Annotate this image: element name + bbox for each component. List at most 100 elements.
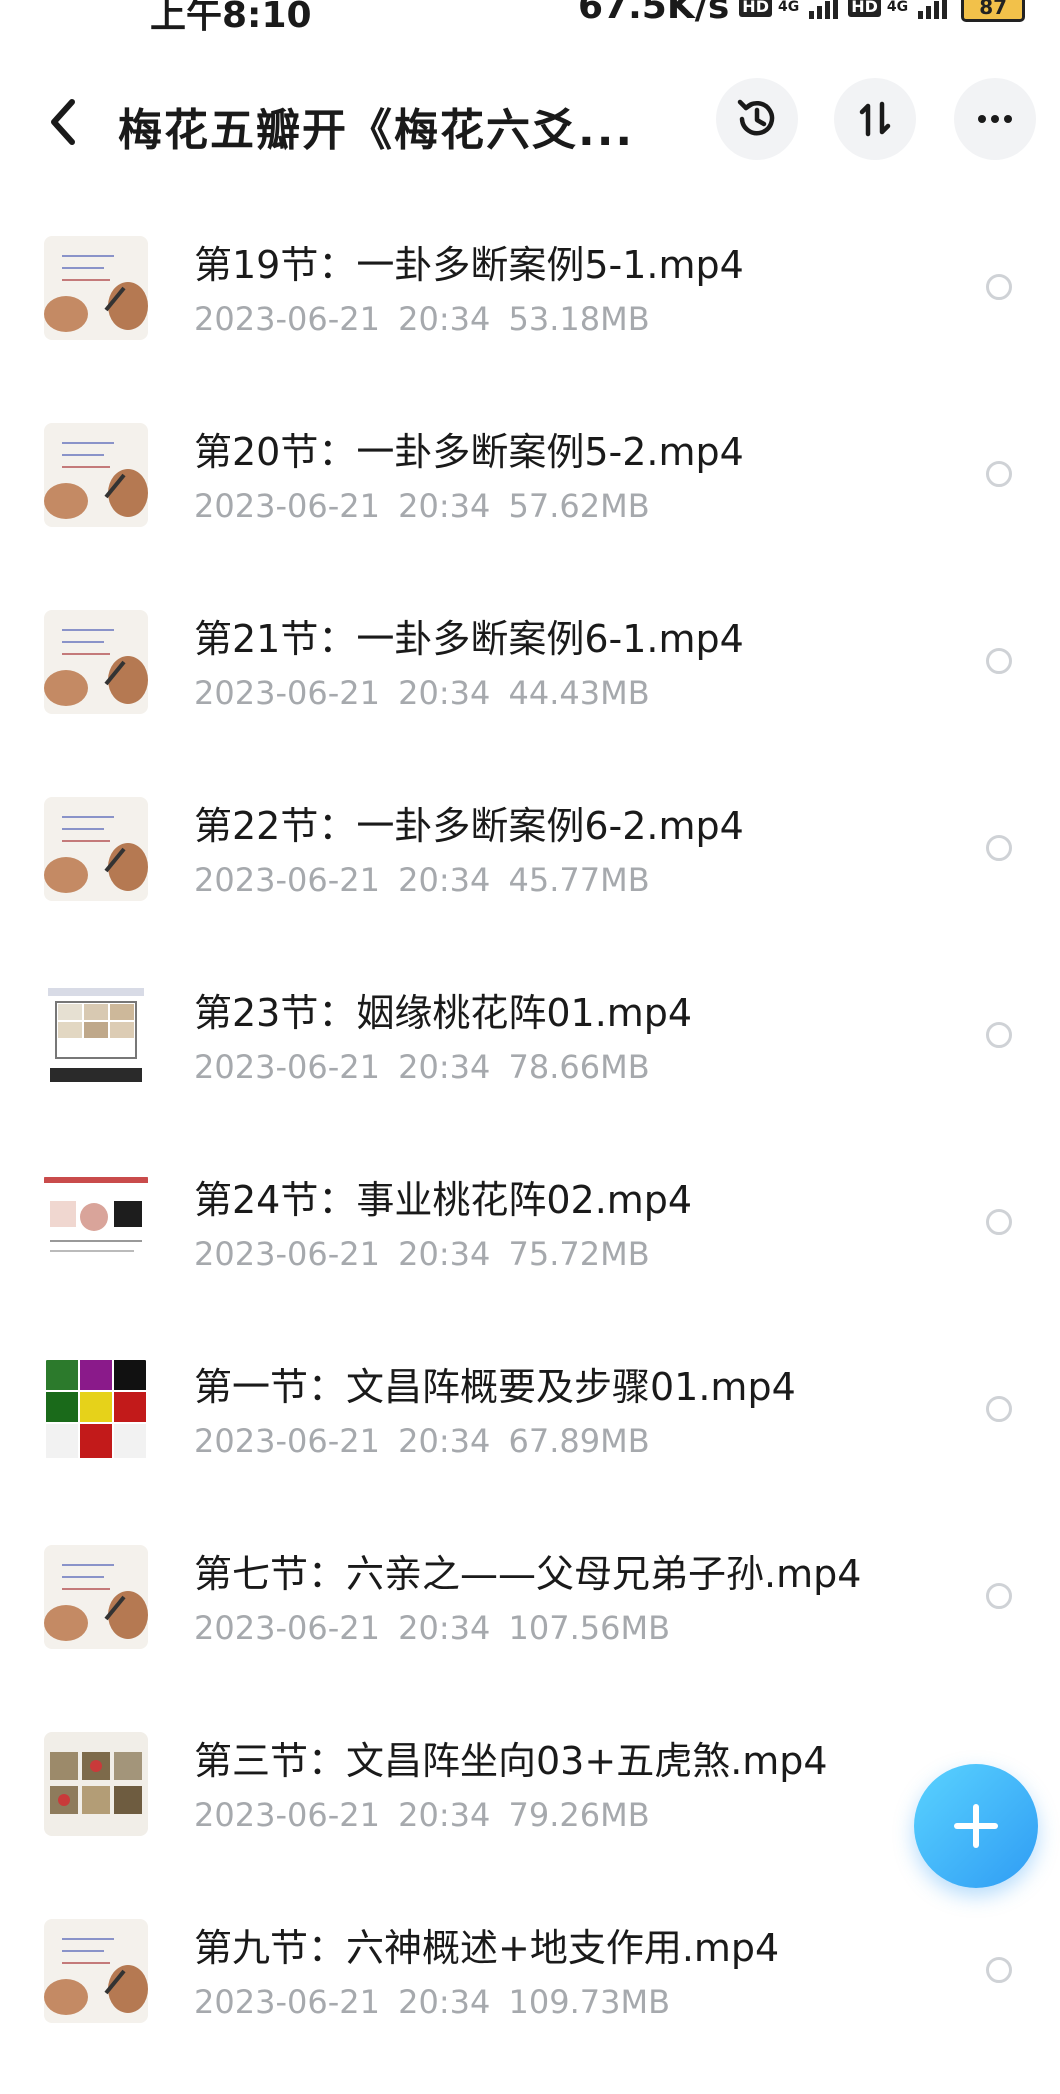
file-name: 第九节：六神概述+地支作用.mp4	[194, 1926, 780, 1970]
network-speed: 67.5K/s	[578, 0, 730, 27]
file-name: 第21节：一卦多断案例6-1.mp4	[194, 617, 744, 661]
top-bar: 梅花五瓣开《梅花六爻...	[0, 70, 1060, 180]
file-time: 20:34	[398, 861, 491, 899]
file-row[interactable]: 第23节：姻缘桃花阵01.mp4 2023-06-21 20:34 78.66MB	[0, 972, 1060, 1159]
file-row[interactable]: 第20节：一卦多断案例5-2.mp4 2023-06-21 20:34 57.62…	[0, 411, 1060, 598]
video-thumbnail[interactable]	[44, 1919, 148, 2023]
more-button[interactable]	[954, 78, 1036, 160]
signal-icon	[809, 0, 839, 19]
file-row[interactable]: 第九节：六神概述+地支作用.mp4 2023-06-21 20:34 109.73…	[0, 1907, 1060, 2094]
file-size: 44.43MB	[508, 674, 650, 712]
file-time: 20:34	[398, 1796, 491, 1834]
hd-badge: HD	[739, 0, 772, 17]
file-time: 20:34	[398, 1609, 491, 1647]
video-thumbnail[interactable]	[44, 1171, 148, 1275]
file-time: 20:34	[398, 674, 491, 712]
file-meta: 2023-06-21 20:34 79.26MB	[194, 1796, 650, 1834]
file-date: 2023-06-21	[194, 1796, 380, 1834]
file-name: 第22节：一卦多断案例6-2.mp4	[194, 804, 744, 848]
select-radio[interactable]	[986, 1022, 1012, 1048]
file-size: 75.72MB	[508, 1235, 650, 1273]
video-thumbnail[interactable]	[44, 423, 148, 527]
file-time: 20:34	[398, 1422, 491, 1460]
file-time: 20:34	[398, 1983, 491, 2021]
file-date: 2023-06-21	[194, 1983, 380, 2021]
file-date: 2023-06-21	[194, 300, 380, 338]
file-row[interactable]: 第24节：事业桃花阵02.mp4 2023-06-21 20:34 75.72MB	[0, 1159, 1060, 1346]
file-row[interactable]: 第22节：一卦多断案例6-2.mp4 2023-06-21 20:34 45.77…	[0, 785, 1060, 972]
history-icon	[737, 99, 775, 136]
status-bar: 上午8:10 67.5K/s HD 4G HD 4G 87	[0, 0, 1060, 36]
file-size: 79.26MB	[508, 1796, 650, 1834]
video-thumbnail[interactable]	[44, 1545, 148, 1649]
video-thumbnail[interactable]	[44, 797, 148, 901]
file-size: 45.77MB	[508, 861, 650, 899]
file-meta: 2023-06-21 20:34 78.66MB	[194, 1048, 650, 1086]
file-date: 2023-06-21	[194, 1422, 380, 1460]
file-size: 67.89MB	[508, 1422, 650, 1460]
plus-icon	[954, 1804, 998, 1848]
file-meta: 2023-06-21 20:34 75.72MB	[194, 1235, 650, 1273]
back-icon	[51, 99, 75, 145]
file-size: 107.56MB	[508, 1609, 671, 1647]
video-thumbnail[interactable]	[44, 1358, 148, 1462]
history-button[interactable]	[716, 78, 798, 160]
video-thumbnail[interactable]	[44, 984, 148, 1088]
sort-button[interactable]	[834, 78, 916, 160]
video-thumbnail[interactable]	[44, 610, 148, 714]
file-date: 2023-06-21	[194, 674, 380, 712]
select-radio[interactable]	[986, 648, 1012, 674]
select-radio[interactable]	[986, 461, 1012, 487]
video-thumbnail[interactable]	[44, 236, 148, 340]
file-time: 20:34	[398, 1048, 491, 1086]
file-date: 2023-06-21	[194, 861, 380, 899]
status-time: 上午8:10	[150, 0, 312, 36]
select-radio[interactable]	[986, 1957, 1012, 1983]
file-row[interactable]: 第21节：一卦多断案例6-1.mp4 2023-06-21 20:34 44.43…	[0, 598, 1060, 785]
file-row[interactable]: 第三节：文昌阵坐向03+五虎煞.mp4 2023-06-21 20:34 79.2…	[0, 1720, 1060, 1907]
file-date: 2023-06-21	[194, 487, 380, 525]
file-size: 78.66MB	[508, 1048, 650, 1086]
file-meta: 2023-06-21 20:34 44.43MB	[194, 674, 650, 712]
file-size: 53.18MB	[508, 300, 650, 338]
select-radio[interactable]	[986, 1583, 1012, 1609]
file-name: 第七节：六亲之——父母兄弟子孙.mp4	[194, 1552, 862, 1596]
add-button[interactable]	[914, 1764, 1038, 1888]
more-icon	[978, 115, 1012, 123]
file-meta: 2023-06-21 20:34 109.73MB	[194, 1983, 670, 2021]
file-meta: 2023-06-21 20:34 45.77MB	[194, 861, 650, 899]
hd-badge: HD	[848, 0, 881, 17]
file-name: 第23节：姻缘桃花阵01.mp4	[194, 991, 693, 1035]
file-meta: 2023-06-21 20:34 107.56MB	[194, 1609, 670, 1647]
file-meta: 2023-06-21 20:34 67.89MB	[194, 1422, 650, 1460]
file-time: 20:34	[398, 487, 491, 525]
file-name: 第24节：事业桃花阵02.mp4	[194, 1178, 693, 1222]
select-radio[interactable]	[986, 1209, 1012, 1235]
signal-icon	[918, 0, 948, 19]
back-button[interactable]	[40, 92, 90, 152]
file-name: 第三节：文昌阵坐向03+五虎煞.mp4	[194, 1739, 828, 1783]
file-meta: 2023-06-21 20:34 57.62MB	[194, 487, 650, 525]
file-row[interactable]: 第一节：文昌阵概要及步骤01.mp4 2023-06-21 20:34 67.89…	[0, 1346, 1060, 1533]
video-thumbnail[interactable]	[44, 1732, 148, 1836]
file-time: 20:34	[398, 300, 491, 338]
sort-icon	[859, 101, 891, 137]
file-name: 第一节：文昌阵概要及步骤01.mp4	[194, 1365, 796, 1409]
page-title: 梅花五瓣开《梅花六爻...	[118, 105, 635, 156]
select-radio[interactable]	[986, 1396, 1012, 1422]
file-size: 109.73MB	[508, 1983, 671, 2021]
file-date: 2023-06-21	[194, 1235, 380, 1273]
file-time: 20:34	[398, 1235, 491, 1273]
battery-icon: 87	[961, 0, 1026, 22]
status-indicators: 67.5K/s HD 4G HD 4G 87	[578, 0, 1026, 27]
file-date: 2023-06-21	[194, 1609, 380, 1647]
file-row[interactable]: 第19节：一卦多断案例5-1.mp4 2023-06-21 20:34 53.18…	[0, 224, 1060, 411]
file-meta: 2023-06-21 20:34 53.18MB	[194, 300, 650, 338]
file-name: 第19节：一卦多断案例5-1.mp4	[194, 243, 744, 287]
sim1-network-type: 4G	[777, 0, 800, 15]
file-row[interactable]: 第七节：六亲之——父母兄弟子孙.mp4 2023-06-21 20:34 107.…	[0, 1533, 1060, 1720]
select-radio[interactable]	[986, 274, 1012, 300]
file-name: 第20节：一卦多断案例5-2.mp4	[194, 430, 744, 474]
file-size: 57.62MB	[508, 487, 650, 525]
select-radio[interactable]	[986, 835, 1012, 861]
